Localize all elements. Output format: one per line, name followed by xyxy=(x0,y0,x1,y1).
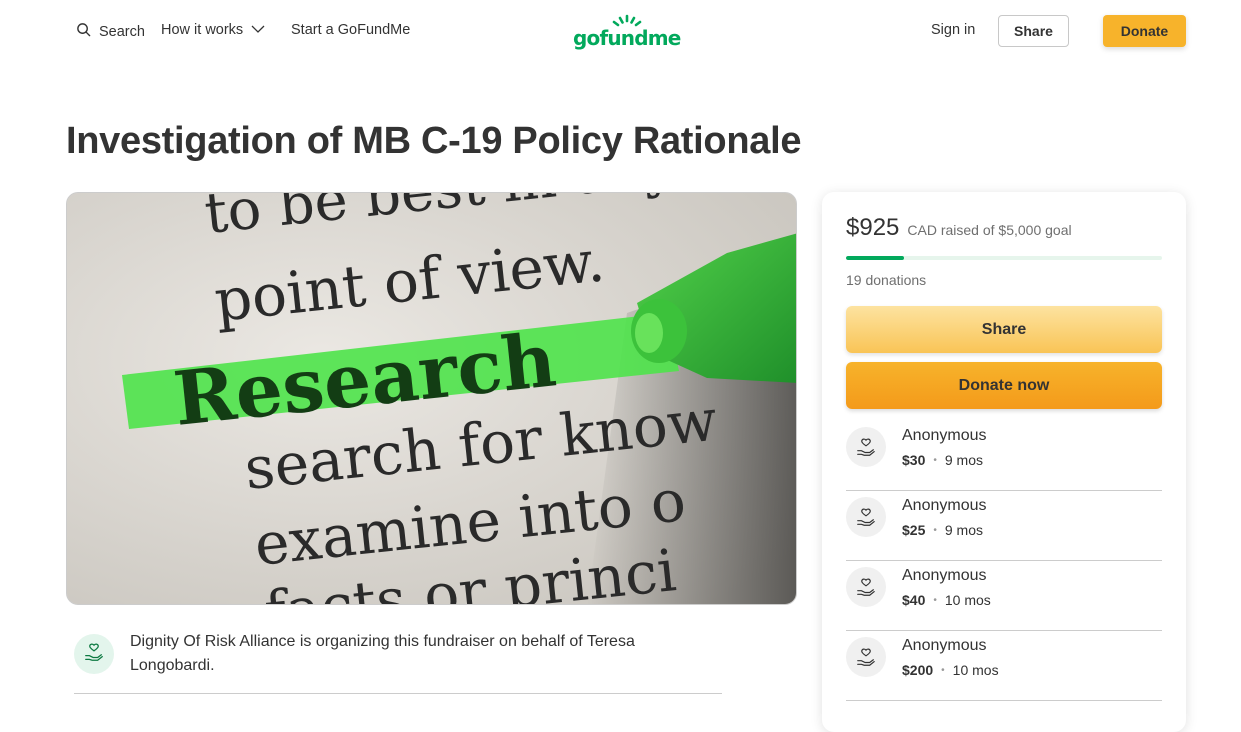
separator-dot: • xyxy=(941,664,945,676)
donor-meta: $30 • 9 mos xyxy=(902,452,983,468)
organizer-text: Dignity Of Risk Alliance is organizing t… xyxy=(130,633,635,674)
heart-hand-icon xyxy=(857,508,875,526)
research-highlight-photo: to be best in any point of view. Researc… xyxy=(67,193,796,604)
heart-hand-icon xyxy=(857,648,875,666)
search-label: Search xyxy=(99,23,145,40)
donor-amount: $30 xyxy=(902,452,926,468)
donor-amount: $25 xyxy=(902,522,926,538)
signin-link[interactable]: Sign in xyxy=(931,22,975,38)
donor-avatar xyxy=(846,637,886,677)
gofundme-logo[interactable]: gofundme xyxy=(573,14,681,52)
donor-item: Anonymous $30 • 9 mos xyxy=(846,421,1162,491)
donor-name: Anonymous xyxy=(902,497,987,514)
share-button-header[interactable]: Share xyxy=(998,15,1069,47)
share-button[interactable]: Share xyxy=(846,306,1162,353)
donor-avatar xyxy=(846,427,886,467)
donor-item: Anonymous $200 • 10 mos xyxy=(846,631,1162,701)
donation-count[interactable]: 19 donations xyxy=(846,272,926,288)
search-link[interactable]: Search xyxy=(76,22,145,41)
donor-meta: $200 • 10 mos xyxy=(902,662,999,678)
raised-amount: $925 xyxy=(846,214,900,241)
organizer-avatar xyxy=(74,634,114,674)
raised-summary: $925 CAD raised of $5,000 goal xyxy=(846,214,1072,242)
donor-avatar xyxy=(846,567,886,607)
heart-hand-icon xyxy=(857,578,875,596)
donor-item: Anonymous $40 • 10 mos xyxy=(846,561,1162,631)
donor-time: 9 mos xyxy=(944,452,983,468)
logo-text: gofundme xyxy=(573,26,681,50)
donor-time: 9 mos xyxy=(944,522,983,538)
campaign-image[interactable]: to be best in any point of view. Researc… xyxy=(66,192,797,605)
donor-name: Anonymous xyxy=(902,567,987,584)
heart-hand-icon xyxy=(83,641,105,668)
donor-item: Anonymous $25 • 9 mos xyxy=(846,491,1162,561)
separator-dot: • xyxy=(933,524,937,536)
donor-meta: $40 • 10 mos xyxy=(902,592,991,608)
donor-time: 10 mos xyxy=(944,592,991,608)
donor-avatar xyxy=(846,497,886,537)
page-title: Investigation of MB C-19 Policy Rational… xyxy=(66,120,802,162)
chevron-down-icon xyxy=(251,22,265,38)
donate-now-button[interactable]: Donate now xyxy=(846,362,1162,409)
donor-meta: $25 • 9 mos xyxy=(902,522,983,538)
heart-hand-icon xyxy=(857,438,875,456)
separator-dot: • xyxy=(933,594,937,606)
how-it-works-menu[interactable]: How it works xyxy=(161,22,265,38)
progress-bar xyxy=(846,256,1162,260)
donor-time: 10 mos xyxy=(952,662,999,678)
donor-amount: $200 xyxy=(902,662,934,678)
how-it-works-label: How it works xyxy=(161,22,244,38)
search-icon xyxy=(76,22,91,41)
donate-button-header[interactable]: Donate xyxy=(1103,15,1186,47)
divider xyxy=(74,693,722,694)
separator-dot: • xyxy=(933,454,937,466)
progress-fill xyxy=(846,256,905,260)
donor-name: Anonymous xyxy=(902,427,987,444)
donor-amount: $40 xyxy=(902,592,926,608)
raised-goal: CAD raised of $5,000 goal xyxy=(907,222,1072,238)
donor-name: Anonymous xyxy=(902,637,987,654)
start-gofundme-link[interactable]: Start a GoFundMe xyxy=(291,22,410,38)
